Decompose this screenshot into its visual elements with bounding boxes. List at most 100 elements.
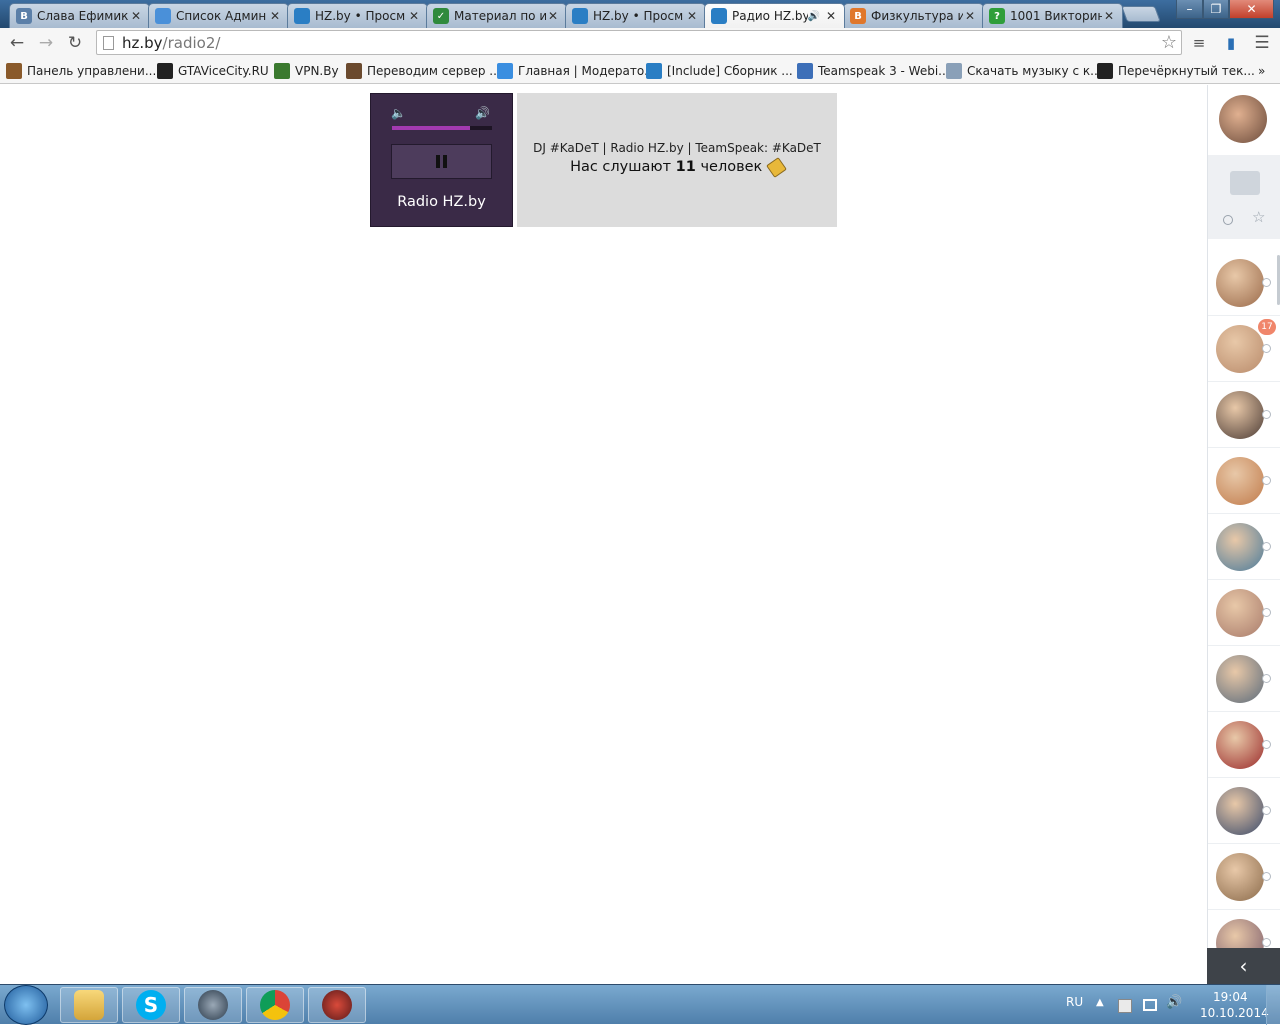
bookmark-item[interactable]: GTAViceCity.RU — [157, 62, 269, 80]
tab-6[interactable]: Радио HZ.by 🔊 ✕ — [704, 3, 845, 28]
radio-player: 🔈 🔊 Radio HZ.by — [370, 93, 513, 227]
tab-4[interactable]: ✓ Материал по и ✕ — [426, 3, 567, 28]
network-icon[interactable] — [1143, 999, 1157, 1011]
st-icon — [646, 63, 662, 79]
contact-item[interactable] — [1208, 580, 1280, 646]
globe-icon — [797, 63, 813, 79]
new-tab-button[interactable] — [1121, 6, 1161, 22]
contact-item[interactable] — [1208, 514, 1280, 580]
avatar — [1216, 325, 1264, 373]
avatar — [1216, 589, 1264, 637]
taskbar-teamspeak[interactable] — [184, 987, 242, 1023]
chat-extension-icon[interactable]: ▮ — [1220, 32, 1242, 54]
contact-item[interactable] — [1208, 250, 1280, 316]
taskbar-chrome[interactable] — [246, 987, 304, 1023]
bookmark-item[interactable]: Переводим сервер ... — [346, 62, 501, 80]
bookmarks-overflow-icon[interactable]: » — [1258, 62, 1265, 80]
close-icon[interactable]: ✕ — [824, 9, 838, 23]
taskbar: S RU ▲ 🔊 19:04 10.10.2014 — [0, 984, 1280, 1025]
tab-5[interactable]: HZ.by • Просм ✕ — [565, 3, 706, 28]
contact-item[interactable] — [1208, 712, 1280, 778]
tab-2[interactable]: Список Админ ✕ — [148, 3, 289, 28]
contact-item[interactable]: 17 — [1208, 316, 1280, 382]
tab-favicon-icon: ? — [989, 8, 1005, 24]
bookmark-label: VPN.By — [295, 64, 339, 78]
online-status-icon — [1262, 608, 1271, 617]
avatar — [1216, 655, 1264, 703]
address-bar[interactable]: hz.by/radio2/ ☆ — [96, 30, 1182, 55]
show-desktop-button[interactable] — [1266, 985, 1280, 1025]
bookmark-item[interactable]: Перечёркнутый тек... — [1097, 62, 1255, 80]
volume-slider[interactable] — [392, 126, 492, 130]
avatar — [1216, 523, 1264, 571]
clock-date[interactable]: 10.10.2014 — [1200, 1006, 1269, 1020]
contact-item[interactable] — [1208, 844, 1280, 910]
contact-item[interactable] — [1208, 646, 1280, 712]
clock-time[interactable]: 19:04 — [1213, 990, 1248, 1004]
online-status-icon — [1262, 542, 1271, 551]
close-icon[interactable]: ✕ — [963, 9, 977, 23]
browser-toolbar: ← → ↻ hz.by/radio2/ ☆ ≡ ▮ ☰ — [0, 28, 1280, 58]
close-icon[interactable]: ✕ — [407, 9, 421, 23]
online-status-icon — [1262, 872, 1271, 881]
contact-item[interactable] — [1208, 382, 1280, 448]
bookmarks-bar: Панель управлени... GTAViceCity.RU VPN.By П… — [0, 58, 1280, 84]
tab-7[interactable]: B Физкультура и ✕ — [843, 3, 984, 28]
headphones-icon — [322, 990, 352, 1020]
reader-icon[interactable]: ≡ — [1188, 32, 1210, 54]
gun-icon — [157, 63, 173, 79]
pause-icon — [436, 155, 447, 168]
taskbar-explorer[interactable] — [60, 987, 118, 1023]
bookmark-item[interactable]: Панель управлени... — [6, 62, 156, 80]
close-window-button[interactable]: ✕ — [1229, 0, 1274, 19]
close-icon[interactable]: ✕ — [129, 9, 143, 23]
pause-button[interactable] — [391, 144, 492, 179]
start-button[interactable] — [4, 985, 48, 1025]
person-icon — [346, 63, 362, 79]
volume-high-icon[interactable]: 🔊 — [475, 106, 490, 120]
language-indicator[interactable]: RU — [1066, 995, 1083, 1009]
star-icon[interactable]: ☆ — [1161, 32, 1177, 53]
favorites-star-icon[interactable]: ☆ — [1252, 208, 1265, 226]
maximize-button[interactable]: ❐ — [1203, 0, 1229, 19]
avatar — [1216, 391, 1264, 439]
contact-item[interactable] — [1208, 448, 1280, 514]
collapse-sidebar-button[interactable]: ‹ — [1207, 948, 1280, 984]
my-avatar[interactable] — [1219, 95, 1267, 143]
info-panel: DJ #KaDeT | Radio HZ.by | TeamSpeak: #Ka… — [517, 93, 837, 227]
bookmark-item[interactable]: Teamspeak 3 - Webi... — [797, 62, 950, 80]
contact-item[interactable] — [1208, 778, 1280, 844]
volume-low-icon[interactable]: 🔈 — [391, 106, 406, 120]
tab-1[interactable]: В Слава Ефимик ✕ — [9, 3, 150, 28]
bookmark-label: Перечёркнутый тек... — [1118, 64, 1255, 78]
forward-icon[interactable]: → — [35, 32, 57, 54]
bookmark-item[interactable]: Скачать музыку с к... — [946, 62, 1102, 80]
bookmark-item[interactable]: VPN.By — [274, 62, 339, 80]
tab-strip: В Слава Ефимик ✕ Список Админ ✕ HZ.by • Просм… — [0, 0, 1280, 28]
menu-icon[interactable]: ☰ — [1251, 32, 1273, 54]
bookmark-label: Переводим сервер ... — [367, 64, 501, 78]
tray-arrow-icon[interactable]: ▲ — [1096, 997, 1104, 1008]
close-icon[interactable]: ✕ — [268, 9, 282, 23]
speaker-icon: 🔊 — [807, 10, 820, 22]
close-icon[interactable]: ✕ — [1102, 9, 1116, 23]
tab-8[interactable]: ? 1001 Викторина✕ — [982, 3, 1123, 28]
listeners-suffix: человек — [700, 159, 763, 175]
status-circle-icon[interactable] — [1223, 215, 1233, 225]
bookmark-item[interactable]: Главная | Модерато... — [497, 62, 656, 80]
taskbar-music[interactable] — [308, 987, 366, 1023]
bookmark-item[interactable]: [Include] Сборник ... — [646, 62, 793, 80]
back-icon[interactable]: ← — [6, 32, 28, 54]
close-icon[interactable]: ✕ — [685, 9, 699, 23]
volume-icon[interactable]: 🔊 — [1166, 995, 1182, 1010]
taskbar-skype[interactable]: S — [122, 987, 180, 1023]
close-icon[interactable]: ✕ — [546, 9, 560, 23]
flag-icon[interactable] — [1118, 999, 1132, 1013]
tab-favicon-icon — [294, 8, 310, 24]
minimize-button[interactable]: – — [1176, 0, 1203, 19]
tab-label: 1001 Викторина — [1010, 9, 1102, 23]
sx-icon — [1097, 63, 1113, 79]
reload-icon[interactable]: ↻ — [64, 32, 86, 54]
messages-icon[interactable] — [1230, 171, 1260, 195]
tab-3[interactable]: HZ.by • Просм ✕ — [287, 3, 428, 28]
